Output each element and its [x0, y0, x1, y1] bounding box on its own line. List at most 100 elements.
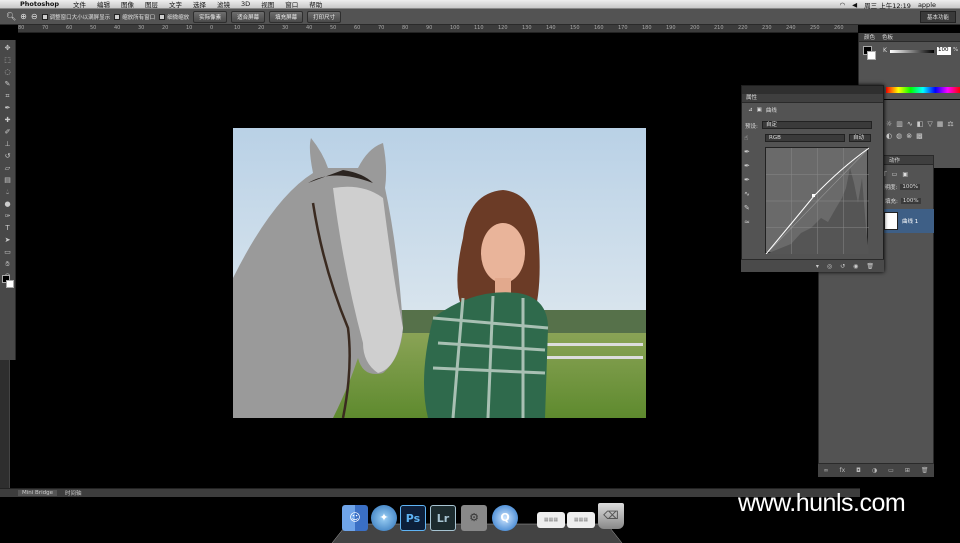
- zoom-in-icon[interactable]: ⊕: [20, 12, 27, 21]
- dodge-tool-icon[interactable]: ●: [2, 199, 14, 210]
- k-value-field[interactable]: 100: [937, 47, 951, 55]
- color-lookup-icon[interactable]: ▩: [916, 132, 923, 140]
- opacity-field[interactable]: 100%: [900, 184, 921, 190]
- pen-tool-icon[interactable]: ✑: [2, 211, 14, 222]
- layer-mask-thumbnail[interactable]: [884, 212, 898, 230]
- photo-filter-icon[interactable]: ◍: [896, 132, 902, 140]
- tab-mini-bridge[interactable]: Mini Bridge: [18, 490, 57, 496]
- clone-stamp-tool-icon[interactable]: ⊥: [2, 139, 14, 150]
- document-canvas-image[interactable]: [233, 128, 646, 418]
- volume-icon[interactable]: ◀: [852, 1, 857, 9]
- edit-points-icon[interactable]: ∿: [744, 190, 758, 198]
- curves-icon[interactable]: ∿: [907, 120, 913, 128]
- lock-all-icon[interactable]: ▣: [902, 171, 908, 178]
- fill-screen-button[interactable]: 填充屏幕: [269, 10, 304, 23]
- eraser-tool-icon[interactable]: ▱: [2, 163, 14, 174]
- menu-file[interactable]: 文件: [73, 0, 86, 9]
- type-tool-icon[interactable]: T: [2, 223, 14, 234]
- lasso-tool-icon[interactable]: ◌: [2, 67, 14, 78]
- marquee-tool-icon[interactable]: ⬚: [2, 55, 14, 66]
- menu-layer[interactable]: 图层: [145, 0, 158, 9]
- resize-windows-checkbox[interactable]: 调整窗口大小以满屏显示: [41, 13, 110, 21]
- black-point-eyedropper-icon[interactable]: ✒: [744, 148, 758, 156]
- view-previous-icon[interactable]: ◎: [827, 263, 832, 270]
- zoom-out-icon[interactable]: ⊖: [31, 12, 38, 21]
- vibrance-icon[interactable]: ▽: [927, 120, 932, 128]
- document-stack-icon[interactable]: ▦▦▦: [537, 512, 565, 528]
- color-spectrum-bar[interactable]: [886, 87, 960, 93]
- wifi-icon[interactable]: ◠: [839, 1, 845, 9]
- gradient-tool-icon[interactable]: ▤: [2, 175, 14, 186]
- exposure-icon[interactable]: ◧: [917, 120, 924, 128]
- color-balance-icon[interactable]: ⚖: [947, 120, 953, 128]
- tab-timeline[interactable]: 时间轴: [65, 489, 82, 497]
- healing-brush-tool-icon[interactable]: ✚: [2, 115, 14, 126]
- shape-tool-icon[interactable]: ▭: [2, 247, 14, 258]
- background-color-swatch[interactable]: [6, 280, 14, 288]
- draw-curve-icon[interactable]: ✎: [744, 204, 758, 212]
- layer-name[interactable]: 曲线 1: [902, 217, 918, 225]
- zoom-all-checkbox[interactable]: 缩放所有窗口: [114, 13, 155, 21]
- menu-select[interactable]: 选择: [193, 0, 206, 9]
- link-icon[interactable]: ∞: [824, 467, 829, 474]
- fit-screen-button[interactable]: 适合屏幕: [231, 10, 266, 23]
- delete-adjustment-icon[interactable]: 🗑︎: [866, 263, 874, 270]
- menu-edit[interactable]: 编辑: [97, 0, 110, 9]
- curve-point[interactable]: [812, 194, 815, 197]
- k-slider[interactable]: [890, 50, 934, 53]
- print-size-button[interactable]: 打印尺寸: [307, 10, 342, 23]
- document-stack-icon-2[interactable]: ▦▦▦: [567, 512, 595, 528]
- menu-help[interactable]: 帮助: [309, 0, 322, 9]
- actual-pixels-button[interactable]: 实际像素: [193, 10, 228, 23]
- layer-row-curves[interactable]: 曲线 1: [880, 209, 934, 233]
- workspace-switcher[interactable]: 基本功能: [919, 11, 956, 23]
- adjustment-layer-icon[interactable]: ◑: [872, 467, 877, 474]
- fill-field[interactable]: 100%: [900, 198, 921, 204]
- white-point-eyedropper-icon[interactable]: ✒: [744, 176, 758, 184]
- path-select-tool-icon[interactable]: ➤: [2, 235, 14, 246]
- menu-view[interactable]: 视图: [261, 0, 274, 9]
- safari-icon[interactable]: ✦: [371, 505, 397, 531]
- tab-actions[interactable]: 动作: [889, 156, 900, 164]
- quicktime-icon[interactable]: Q: [492, 505, 518, 531]
- user-name[interactable]: apple: [918, 1, 936, 9]
- trash-icon[interactable]: 🗑︎: [921, 467, 929, 474]
- properties-tab[interactable]: 属性: [742, 94, 883, 103]
- color-bg-swatch[interactable]: [867, 51, 876, 60]
- zoom-tool-icon[interactable]: 🔍︎: [6, 12, 16, 21]
- collapsed-panel-strip[interactable]: [0, 360, 10, 490]
- system-preferences-icon[interactable]: ⚙: [461, 505, 487, 531]
- lock-pos-icon[interactable]: ▭: [892, 171, 898, 178]
- brightness-icon[interactable]: ☼: [886, 120, 892, 128]
- hue-sat-icon[interactable]: ▦: [937, 120, 944, 128]
- levels-icon[interactable]: ▥: [896, 120, 903, 128]
- eyedropper-tool-icon[interactable]: ✒: [2, 103, 14, 114]
- menu-type[interactable]: 文字: [169, 0, 182, 9]
- clip-to-layer-icon[interactable]: ▾: [816, 263, 819, 270]
- scrubby-zoom-checkbox[interactable]: 细微缩放: [159, 13, 189, 21]
- apple-menu-icon[interactable]: [6, 0, 14, 8]
- reset-icon[interactable]: ↺: [840, 263, 845, 270]
- quick-select-tool-icon[interactable]: ✎: [2, 79, 14, 90]
- curves-graph[interactable]: [765, 147, 870, 255]
- channel-mixer-icon[interactable]: ⊗: [906, 132, 912, 140]
- bw-icon[interactable]: ◐: [886, 132, 892, 140]
- finder-icon[interactable]: ☺: [342, 505, 368, 531]
- smooth-curve-icon[interactable]: ≈: [744, 218, 758, 226]
- channel-dropdown[interactable]: RGB: [765, 134, 845, 142]
- targeted-adjust-icon[interactable]: ☝: [744, 134, 758, 142]
- menu-image[interactable]: 图像: [121, 0, 134, 9]
- photoshop-icon[interactable]: Ps: [400, 505, 426, 531]
- tab-swatches[interactable]: 色板: [882, 33, 893, 41]
- trash-dock-icon[interactable]: ⌫: [598, 503, 624, 529]
- auto-button[interactable]: 自动: [849, 134, 871, 142]
- blur-tool-icon[interactable]: 💧︎: [2, 187, 14, 198]
- history-brush-tool-icon[interactable]: ↺: [2, 151, 14, 162]
- menu-window[interactable]: 窗口: [285, 0, 298, 9]
- group-icon[interactable]: ▭: [888, 467, 894, 474]
- menu-filter[interactable]: 滤镜: [217, 0, 230, 9]
- menu-3d[interactable]: 3D: [241, 0, 250, 8]
- app-menu[interactable]: Photoshop: [20, 0, 59, 8]
- lightroom-icon[interactable]: Lr: [430, 505, 456, 531]
- hand-tool-icon[interactable]: ✋︎: [2, 259, 14, 270]
